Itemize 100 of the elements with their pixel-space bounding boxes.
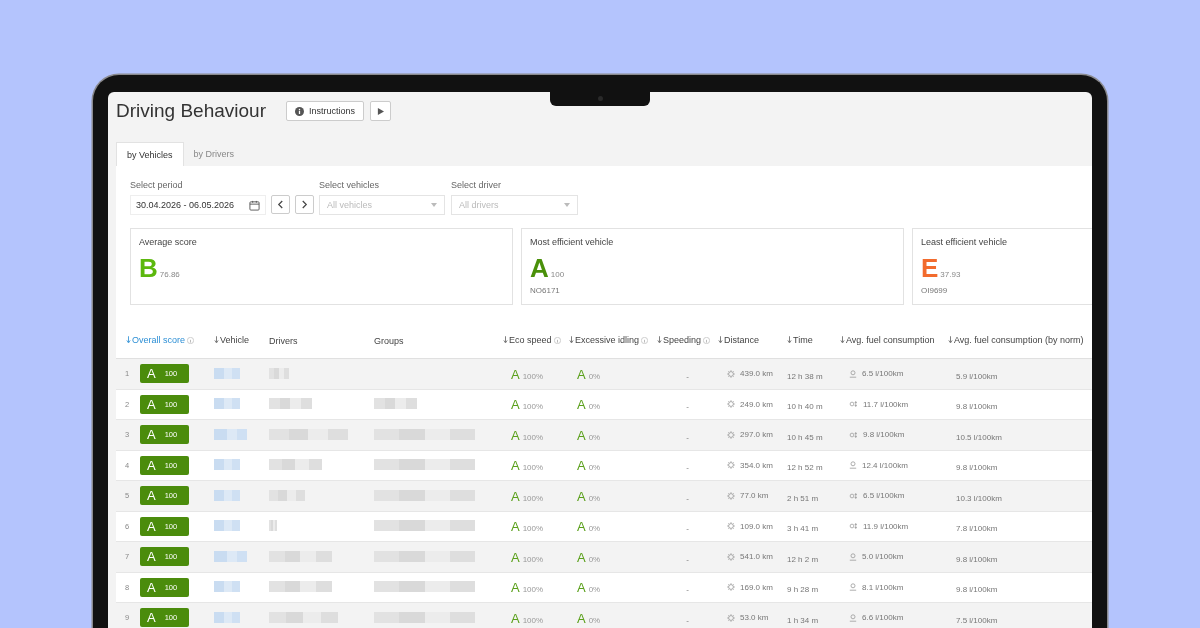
- info-icon: [641, 336, 649, 344]
- column-header[interactable]: Distance: [718, 335, 759, 345]
- table-cell: 7.8 l/100km: [956, 524, 998, 534]
- table-cell: 11.7 l/100km: [863, 399, 909, 409]
- table-cell: 10 h 40 m: [787, 402, 823, 412]
- table-cell: 9.8 l/100km: [956, 402, 998, 412]
- column-header[interactable]: Excessive idling: [569, 335, 649, 345]
- table-cell: 77.0 km: [740, 491, 769, 501]
- table-cell: 10.5 l/100km: [956, 432, 1002, 442]
- eco-speed-score: A 100%: [510, 519, 544, 535]
- table-cell: 9.8 l/100km: [956, 585, 998, 595]
- card-title: Most efficient vehicle: [530, 237, 615, 247]
- blurred-text: [214, 581, 241, 593]
- eco-speed-score: A 100%: [510, 488, 544, 504]
- idling-score: A 0%: [576, 519, 601, 535]
- gear-icon: [727, 491, 735, 500]
- grade-letter: B: [139, 255, 158, 281]
- column-header: Groups: [374, 336, 404, 346]
- blurred-text: [269, 550, 332, 562]
- idling-score: A 0%: [576, 580, 601, 596]
- table-cell: 3 h 41 m: [787, 524, 819, 534]
- column-header[interactable]: Time: [787, 335, 813, 345]
- gear-icon: [727, 400, 735, 409]
- column-header[interactable]: Avg. fuel consumption (by norm): [948, 335, 1084, 345]
- column-header[interactable]: Vehicle: [214, 335, 250, 345]
- gear-icon: [727, 613, 735, 622]
- instructions-button[interactable]: Instructions: [285, 101, 364, 121]
- gear-icon: [727, 522, 735, 531]
- table-cell: -: [686, 554, 689, 564]
- info-icon: [294, 106, 304, 116]
- table-cell: 12 h 2 m: [787, 554, 819, 564]
- table-cell: 11.9 l/100km: [863, 521, 909, 531]
- page-title: Driving Behaviour: [116, 100, 266, 122]
- column-header[interactable]: Eco speed: [503, 335, 561, 345]
- blurred-text: [214, 459, 241, 471]
- table-cell: -: [686, 493, 689, 503]
- column-header[interactable]: Avg. fuel consumption: [840, 335, 935, 345]
- table-cell: -: [686, 402, 689, 412]
- table-cell: 53.0 km: [740, 613, 769, 623]
- table-cell: 9.8 l/100km: [956, 463, 998, 473]
- table-cell: 6.6 l/100km: [862, 613, 904, 623]
- sort-arrow-icon: [840, 336, 845, 344]
- table-cell: -: [686, 432, 689, 442]
- gear-icon: [727, 552, 735, 561]
- blurred-text: [214, 611, 241, 623]
- table-cell: -: [686, 463, 689, 473]
- play-button[interactable]: [370, 101, 391, 121]
- idling-score: A 0%: [576, 488, 601, 504]
- table-cell: -: [686, 371, 689, 381]
- next-button[interactable]: [295, 195, 314, 214]
- date-range-field[interactable]: 30.04.2026 - 06.05.2026: [130, 195, 266, 215]
- gear-icon: [727, 369, 735, 378]
- table-cell: 2 h 51 m: [787, 493, 819, 503]
- tab[interactable]: by Vehicles: [116, 142, 184, 166]
- table-cell: 9 h 28 m: [787, 585, 819, 595]
- gear-icon: [727, 461, 735, 470]
- blurred-text: [269, 367, 289, 379]
- table-cell: 12.4 l/100km: [862, 460, 908, 470]
- sort-arrow-icon: [569, 336, 574, 344]
- table-cell: 9.8 l/100km: [863, 430, 905, 440]
- chevron-left-icon: [277, 200, 284, 209]
- idling-score: A 0%: [576, 427, 601, 443]
- blurred-text: [214, 489, 241, 501]
- previous-button[interactable]: [271, 195, 290, 214]
- blurred-text: [269, 581, 332, 593]
- card-title: Average score: [139, 237, 198, 247]
- column-header[interactable]: Speeding: [657, 335, 711, 345]
- table-cell: 6.5 l/100km: [862, 369, 904, 379]
- grade-letter: E: [921, 255, 939, 281]
- vehicle-number: NO6171: [530, 286, 561, 295]
- score-value: 76.86: [159, 270, 180, 279]
- table-cell: -: [686, 585, 689, 595]
- idling-score: A 0%: [576, 397, 601, 413]
- info-icon: [703, 336, 711, 344]
- eco-speed-score: A 100%: [510, 549, 544, 565]
- table-cell: 1 h 34 m: [787, 615, 819, 625]
- table-cell: 354.0 km: [740, 460, 773, 470]
- blurred-text: [214, 520, 241, 532]
- play-icon: [377, 107, 384, 115]
- blurred-text: [214, 550, 247, 562]
- caret-icon: [564, 203, 570, 207]
- grade-letter: A: [530, 255, 549, 281]
- blurred-text: [269, 611, 339, 623]
- filter-label: Select vehicles: [319, 180, 381, 190]
- table-cell: 9.8 l/100km: [956, 554, 998, 564]
- sort-arrow-icon: [948, 336, 953, 344]
- blurred-text: [214, 398, 241, 410]
- info-icon: [187, 336, 194, 344]
- column-header[interactable]: Overall score: [126, 335, 194, 345]
- blurred-text: [214, 428, 247, 440]
- blurred-text: [269, 520, 278, 532]
- table-cell: 169.0 km: [740, 582, 773, 592]
- sort-arrow-icon: [718, 336, 723, 344]
- column-header: Drivers: [269, 336, 298, 346]
- blurred-text: [269, 489, 306, 501]
- score-value: 100: [550, 270, 565, 279]
- gear-icon: [727, 430, 735, 439]
- table-cell: 7.5 l/100km: [956, 615, 998, 625]
- calendar-icon: [249, 199, 260, 211]
- info-icon: [553, 336, 561, 344]
